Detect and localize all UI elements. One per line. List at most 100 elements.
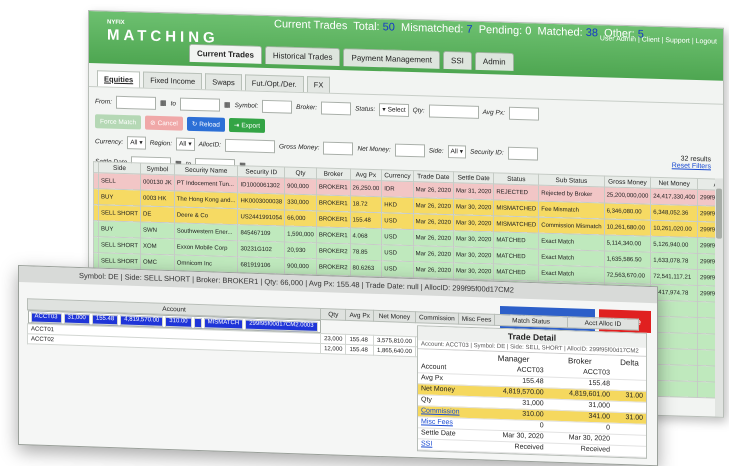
table-cell: 000130 JK (140, 173, 175, 191)
status-select[interactable]: ▾ Select (379, 102, 409, 117)
security-id-input[interactable] (507, 146, 538, 161)
subtab-fixed-income[interactable]: Fixed Income (143, 71, 203, 90)
export-button[interactable]: ⇥ Export (228, 117, 266, 133)
reload-icon: ↻ (191, 120, 198, 129)
table-cell: SWN (140, 221, 175, 239)
symbol-label: Symbol: (234, 101, 259, 110)
trade-detail-dialog: Symbol: DE | Side: SELL SHORT | Broker: … (18, 265, 658, 466)
total-count[interactable]: 50 (383, 21, 395, 33)
pending-count[interactable]: 0 (525, 25, 531, 37)
table-cell: Mar 26, 2020 (413, 261, 454, 279)
tab-ssi[interactable]: SSI (442, 50, 472, 70)
subtab-futures[interactable]: Fut./Opt./Der. (244, 74, 304, 93)
column-header[interactable]: Currency (381, 169, 414, 182)
chevron-down-icon: ▾ (188, 140, 192, 148)
table-cell: USD (381, 260, 414, 278)
column-header[interactable]: Commission (415, 311, 459, 325)
subtab-equities[interactable]: Equities (97, 70, 141, 88)
calendar-icon[interactable]: ▦ (224, 101, 231, 109)
detail-label[interactable]: SSI (418, 438, 481, 452)
table-cell: USD (381, 228, 414, 246)
net-money-label: Net Money: (357, 145, 391, 153)
mismatched-count[interactable]: 7 (466, 24, 472, 36)
chevron-down-icon: ▾ (382, 106, 386, 114)
table-cell: Commission Mismatch (538, 217, 605, 235)
trade-detail-body: Account ACCT03 ACCT03 Avg Px 155.48 155.48 Net… (418, 361, 646, 457)
avgpx-input[interactable] (508, 106, 539, 121)
table-cell: DE (140, 205, 175, 223)
calendar-icon[interactable]: ▦ (160, 99, 167, 107)
net-money-input[interactable] (394, 143, 425, 157)
tab-current-trades[interactable]: Current Trades (189, 43, 262, 64)
qty-label: Qty: (412, 106, 425, 114)
cancel-button[interactable]: ⊘ Cancel (145, 115, 183, 131)
side-select[interactable]: All ▾ (447, 144, 467, 159)
logo-small: NYFIX (107, 19, 125, 27)
table-cell: 1,635,586.50 (604, 250, 651, 269)
matched-count[interactable]: 38 (586, 27, 598, 39)
scrollbar-thumb[interactable] (716, 188, 722, 239)
column-header[interactable]: Match Status (494, 314, 568, 328)
side-select-value: All (450, 147, 458, 155)
table-cell: 0003 HK (140, 189, 175, 207)
table-cell: USD (381, 244, 414, 262)
column-header[interactable]: Avg Px (350, 168, 382, 181)
table-cell: 6,348,052.36 (650, 204, 698, 222)
table-cell: MATCHED (493, 247, 539, 266)
subtab-fx[interactable]: FX (306, 76, 331, 93)
table-cell: 10,261,020.00 (650, 220, 698, 238)
reload-button[interactable]: ↻ Reload (186, 116, 225, 132)
table-cell: 6,346,080.00 (604, 202, 651, 221)
to-label: to (170, 99, 177, 107)
broker-label: Broker: (296, 103, 318, 111)
tab-admin[interactable]: Admin (474, 51, 514, 71)
user-menu[interactable]: User Admin | Client | Support | Logout (600, 35, 717, 45)
column-header[interactable]: Misc Fees (458, 313, 495, 326)
table-cell: 80.6263 (350, 259, 382, 277)
column-header[interactable]: Qty (320, 308, 346, 321)
detail-value (612, 444, 646, 457)
gross-money-input[interactable] (323, 141, 354, 155)
matched-label: Matched: (537, 25, 583, 39)
side-label: Side: (428, 147, 444, 155)
table-cell: MATCHED (493, 231, 539, 250)
from-date-input[interactable] (115, 95, 156, 110)
subtab-swaps[interactable]: Swaps (205, 73, 242, 91)
table-cell: 310.00 (165, 316, 192, 328)
qty-input[interactable] (428, 104, 479, 119)
table-cell: BUY (98, 188, 141, 206)
currency-select-value: All (130, 138, 138, 146)
table-cell: Mar 26, 2020 (413, 197, 454, 215)
table-cell: 10,261,680.00 (604, 218, 651, 237)
mismatched-label: Mismatched: (401, 21, 464, 36)
symbol-input[interactable] (262, 99, 293, 114)
broker-input[interactable] (321, 101, 352, 115)
column-header[interactable]: Avg Px (345, 309, 374, 322)
tab-payment-management[interactable]: Payment Management (343, 48, 440, 69)
table-cell: 20,930 (284, 241, 317, 259)
column-header[interactable]: Acct Alloc ID (567, 316, 639, 331)
security-id-label: Security ID: (470, 148, 504, 157)
table-cell: 4.068 (350, 227, 382, 245)
table-cell: 5,126,940.00 (650, 236, 698, 254)
table-cell: Exxon Mobile Corp (174, 238, 238, 257)
allocid-input[interactable] (225, 138, 275, 153)
table-cell: 299f95f00d17CM2.0003 (245, 319, 318, 332)
column-header[interactable]: Net Money (373, 310, 416, 323)
to-date-input[interactable] (180, 97, 221, 112)
table-cell: HK0003000038 (237, 192, 285, 210)
table-cell: Fee Mismatch (538, 201, 605, 219)
detail-value: Received (546, 442, 613, 456)
currency-select[interactable]: All ▾ (127, 135, 146, 150)
force-match-button[interactable]: Force Match (95, 114, 142, 130)
column-header[interactable]: Qty (284, 166, 317, 179)
reset-filters-link[interactable]: Reset Filters (672, 162, 711, 170)
table-cell: 845467109 (237, 224, 285, 242)
table-cell: The Hong Kong and... (174, 190, 238, 209)
tab-historical-trades[interactable]: Historical Trades (264, 45, 341, 67)
table-cell: Mar 30, 2020 (453, 214, 494, 232)
region-select[interactable]: All ▾ (176, 136, 195, 151)
table-cell: ACCT03 (30, 311, 62, 323)
column-header[interactable]: Broker (316, 167, 351, 180)
table-cell: 155.48 (91, 313, 119, 325)
